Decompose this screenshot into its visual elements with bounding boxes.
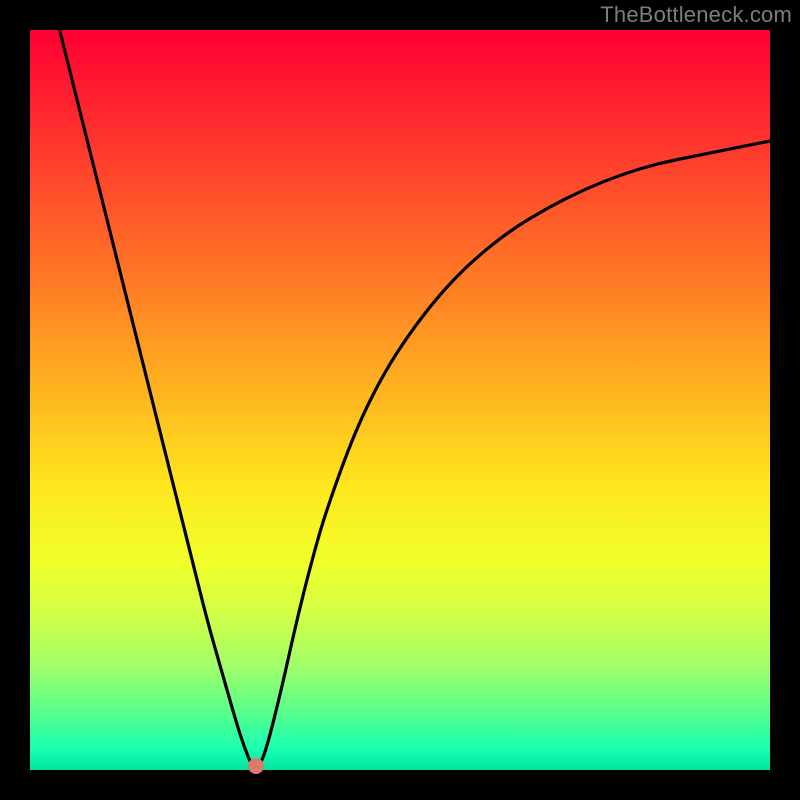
plot-area [30,30,770,770]
watermark-text: TheBottleneck.com [600,2,792,28]
curve-svg [30,30,770,770]
bottleneck-curve [60,30,770,766]
chart-frame: TheBottleneck.com [0,0,800,800]
bottleneck-marker [248,758,264,774]
